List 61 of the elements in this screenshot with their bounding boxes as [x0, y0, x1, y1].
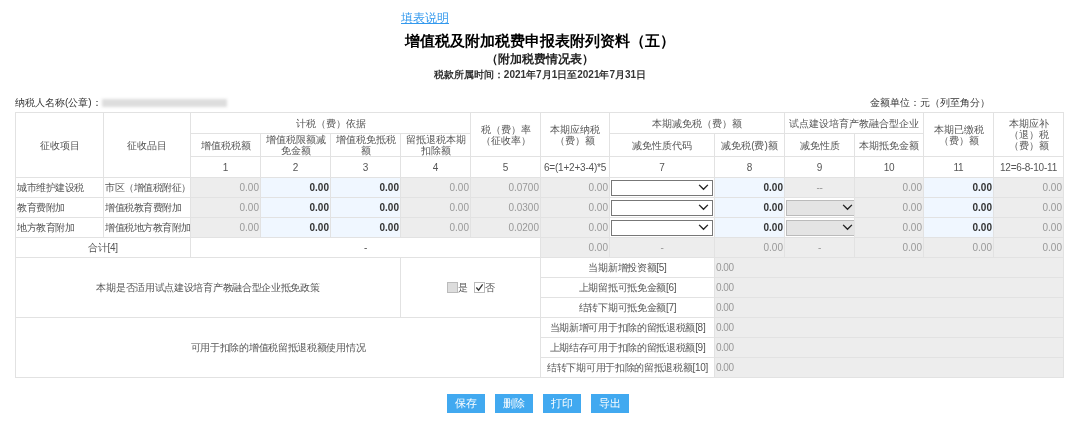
chevron-down-icon [698, 204, 709, 211]
column-number: 5 [470, 156, 541, 178]
column-header: 征收品目 [103, 112, 191, 178]
column-number: 4 [400, 156, 471, 178]
chevron-down-icon [698, 184, 709, 191]
table-cell: 城市维护建设税 [15, 177, 104, 198]
total-label: 合计[4] [15, 237, 191, 258]
row-label: 结转下期可用于扣除的留抵退税额[10] [540, 357, 715, 378]
column-number: 1 [190, 156, 261, 178]
column-header: 减免性质 [784, 133, 855, 157]
row-label: 当期新增投资额[5] [540, 257, 715, 278]
tax-period: 税款所属时间：2021年7月1日至2021年7月31日 [432, 68, 648, 82]
column-header: 本期已缴税（费）额 [923, 112, 994, 157]
column-number: 3 [330, 156, 401, 178]
checkbox-label: 否 [484, 282, 495, 293]
column-header: 留抵退税本期扣除额 [400, 133, 471, 157]
row-label: 上期留抵可抵免金额[6] [540, 277, 715, 298]
table-cell: 市区（增值税附征） [103, 177, 191, 198]
row-label: 结转下期可抵免金额[7] [540, 297, 715, 318]
table-cell: - [190, 237, 541, 258]
dropdown[interactable] [611, 219, 713, 236]
row-label: 上期结存可用于扣除的留抵退税额[9] [540, 337, 715, 358]
checkbox-label: 是 [457, 282, 468, 293]
table-cell: 增值税地方教育附加 [103, 217, 191, 238]
column-header: 增值税限额减免金额 [260, 133, 331, 157]
column-number: 6=(1+2+3-4)*5 [540, 156, 610, 178]
chevron-down-icon [842, 224, 853, 231]
chevron-down-icon [842, 204, 853, 211]
policy-label: 本期是否适用试点建设培育产教融合型企业抵免政策 [15, 257, 401, 318]
retained-tax-label: 可用于扣除的增值税留抵退税额使用情况 [15, 317, 541, 378]
chevron-down-icon [698, 224, 709, 231]
dropdown[interactable] [611, 179, 713, 196]
column-group-header: 计税（费）依据 [190, 112, 471, 134]
column-header: 减免税(费)额 [714, 133, 785, 157]
form-title: 增值税及附加税费申报表附列资料（五） [403, 32, 676, 51]
column-group-header: 试点建设培育产教融合型企业 [784, 112, 924, 134]
row-label: 当期新增可用于扣除的留抵退税额[8] [540, 317, 715, 338]
checkbox[interactable] [446, 282, 458, 293]
column-group-header: 本期减免税（费）额 [609, 112, 785, 134]
column-header: 税（费）率（征收率） [470, 112, 541, 157]
column-header: 本期应补（退）税（费）额 [993, 112, 1064, 157]
amount-unit: 金额单位：元（列至角分） [870, 96, 990, 110]
column-number: 12=6-8-10-11 [993, 156, 1064, 178]
column-header: 增值税税额 [190, 133, 261, 157]
column-header: 增值税免抵税额 [330, 133, 401, 157]
table-cell: 增值税教育费附加 [103, 197, 191, 218]
dropdown[interactable] [611, 199, 713, 216]
column-number: 10 [854, 156, 924, 178]
column-number: 7 [609, 156, 715, 178]
table-cell: 地方教育附加 [15, 217, 104, 238]
column-number: 9 [784, 156, 855, 178]
taxpayer-label: 纳税人名称(公章)： [15, 96, 102, 110]
column-number: 2 [260, 156, 331, 178]
column-number: 11 [923, 156, 994, 178]
form-subtitle: （附加税费情况表） [485, 51, 595, 68]
column-header: 本期应纳税（费）额 [540, 112, 610, 157]
column-header: 征收项目 [15, 112, 104, 178]
checkbox[interactable] [473, 282, 485, 293]
column-number: 8 [714, 156, 785, 178]
table-cell: 教育费附加 [15, 197, 104, 218]
column-header: 减免性质代码 [609, 133, 715, 157]
